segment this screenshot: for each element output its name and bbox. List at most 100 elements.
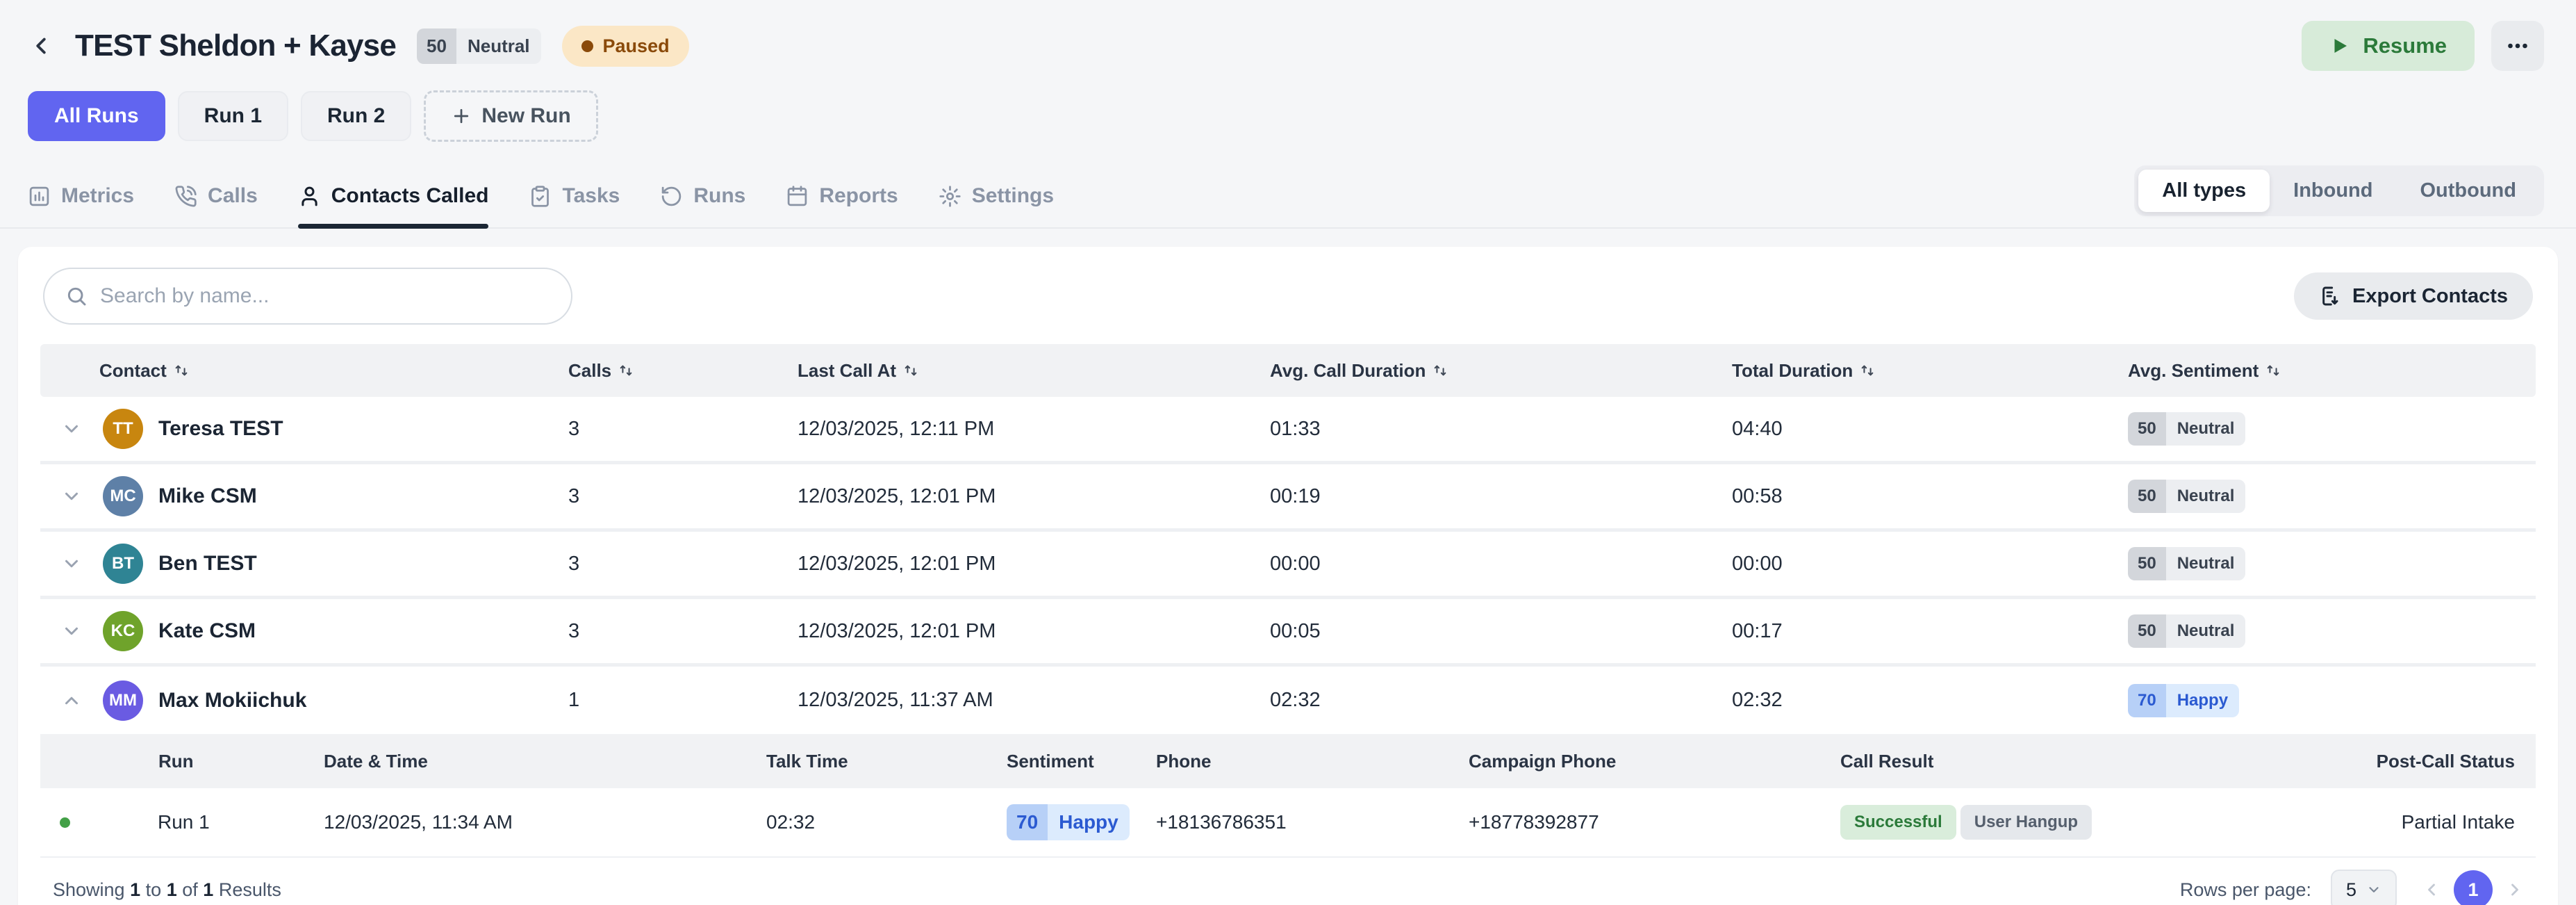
column-header-total-duration[interactable]: Total Duration: [1732, 360, 2128, 382]
tab-calls[interactable]: Calls: [174, 184, 258, 227]
table-row[interactable]: TT Teresa TEST 3 12/03/2025, 12:11 PM 01…: [40, 397, 2536, 464]
filter-outbound[interactable]: Outbound: [2396, 170, 2540, 212]
avatar: TT: [103, 409, 143, 449]
avg-call-duration: 02:32: [1270, 689, 1732, 712]
sort-icon[interactable]: [1860, 363, 1875, 378]
avatar: MM: [103, 680, 143, 721]
next-page-button[interactable]: [2500, 874, 2530, 905]
page-title: TEST Sheldon + Kayse: [75, 28, 396, 63]
tab-tasks[interactable]: Tasks: [529, 184, 620, 227]
sentiment-badge: 50Neutral: [2128, 412, 2245, 446]
previous-page-button[interactable]: [2416, 874, 2447, 905]
chevron-down-icon: [61, 418, 82, 439]
last-call-at: 12/03/2025, 12:01 PM: [798, 485, 1270, 508]
ellipsis-icon: [2505, 33, 2530, 58]
expand-row-button[interactable]: [61, 621, 94, 642]
last-call-at: 12/03/2025, 12:01 PM: [798, 620, 1270, 643]
play-icon: [2329, 35, 2350, 56]
tab-runs[interactable]: Runs: [660, 184, 745, 227]
column-header-campaign-phone: Campaign Phone: [1469, 751, 1840, 772]
run-tab-all-runs[interactable]: All Runs: [28, 91, 165, 141]
column-header-talk-time: Talk Time: [766, 751, 1007, 772]
filter-all-types[interactable]: All types: [2138, 170, 2270, 212]
tab-reports[interactable]: Reports: [786, 184, 898, 227]
table-footer: Showing 1 to 1 of 1 Results Rows per pag…: [40, 858, 2536, 905]
chevron-up-icon: [61, 690, 82, 711]
run-tab-run-2[interactable]: Run 2: [301, 91, 411, 141]
table-row[interactable]: MM Max Mokiichuk 1 12/03/2025, 11:37 AM …: [40, 667, 2536, 734]
chevron-left-icon: [2422, 880, 2441, 899]
expand-row-button[interactable]: [61, 418, 94, 439]
call-detail-row[interactable]: Run 1 12/03/2025, 11:34 AM 02:32 70Happy…: [40, 788, 2536, 858]
new-run-button[interactable]: New Run: [424, 90, 597, 142]
calls-count: 3: [568, 418, 798, 441]
back-button[interactable]: [28, 33, 54, 59]
sentiment-label: Neutral: [456, 28, 541, 64]
tab-settings[interactable]: Settings: [939, 184, 1054, 227]
top-bar: TEST Sheldon + Kayse 50 Neutral Paused R…: [0, 0, 2576, 71]
chevron-left-icon: [28, 33, 54, 59]
sort-icon[interactable]: [618, 363, 634, 378]
contacts-called-panel: Export Contacts Contact Calls Last Call …: [18, 247, 2558, 905]
sentiment-badge: 50Neutral: [2128, 547, 2245, 580]
column-header-run: Run: [40, 751, 324, 772]
results-summary: Showing 1 to 1 of 1 Results: [53, 879, 281, 901]
more-actions-button[interactable]: [2491, 21, 2544, 71]
status-dot-icon: [581, 40, 593, 52]
tab-metrics[interactable]: Metrics: [28, 184, 134, 227]
pagination: 1: [2416, 870, 2530, 905]
rotate-icon: [660, 185, 683, 208]
table-row[interactable]: KC Kate CSM 3 12/03/2025, 12:01 PM 00:05…: [40, 599, 2536, 667]
campaign-phone: +18778392877: [1469, 811, 1840, 833]
total-duration: 00:58: [1732, 485, 2128, 508]
column-header-phone: Phone: [1156, 751, 1469, 772]
expand-row-button[interactable]: [61, 486, 94, 507]
search-icon: [65, 285, 88, 307]
table-row[interactable]: BT Ben TEST 3 12/03/2025, 12:01 PM 00:00…: [40, 532, 2536, 599]
phone-icon: [174, 185, 197, 208]
sort-icon[interactable]: [2265, 363, 2281, 378]
chevron-down-icon: [61, 621, 82, 642]
last-call-at: 12/03/2025, 12:11 PM: [798, 418, 1270, 441]
search-input[interactable]: [100, 284, 550, 308]
avg-call-duration: 00:19: [1270, 485, 1732, 508]
chevron-down-icon: [61, 553, 82, 574]
column-header-avg-call-duration[interactable]: Avg. Call Duration: [1270, 360, 1732, 382]
column-header-calls[interactable]: Calls: [568, 360, 798, 382]
status-badge: Paused: [562, 26, 689, 67]
sort-icon[interactable]: [174, 363, 189, 378]
tab-contacts-called[interactable]: Contacts Called: [298, 184, 489, 227]
campaign-sentiment-badge: 50 Neutral: [417, 28, 541, 64]
collapse-row-button[interactable]: [61, 690, 94, 711]
sort-icon[interactable]: [1433, 363, 1448, 378]
app-window: TEST Sheldon + Kayse 50 Neutral Paused R…: [0, 0, 2576, 905]
total-duration: 00:00: [1732, 553, 2128, 576]
filter-inbound[interactable]: Inbound: [2270, 170, 2396, 212]
bar-chart-icon: [28, 185, 51, 208]
export-file-icon: [2319, 285, 2341, 307]
sentiment-badge: 70Happy: [2128, 684, 2239, 717]
column-header-call-result: Call Result: [1840, 751, 2327, 772]
search-box[interactable]: [43, 268, 572, 325]
expand-row-button[interactable]: [61, 553, 94, 574]
export-contacts-button[interactable]: Export Contacts: [2294, 272, 2533, 320]
page-number-button[interactable]: 1: [2454, 870, 2493, 905]
resume-button[interactable]: Resume: [2302, 21, 2475, 71]
talk-time: 02:32: [766, 811, 1007, 833]
sort-icon[interactable]: [903, 363, 918, 378]
column-header-contact[interactable]: Contact: [40, 360, 568, 382]
calls-count: 3: [568, 620, 798, 643]
calls-count: 1: [568, 689, 798, 712]
rows-per-page-select[interactable]: 5: [2331, 870, 2397, 905]
sentiment-score: 50: [417, 28, 456, 64]
column-header-last-call-at[interactable]: Last Call At: [798, 360, 1270, 382]
clipboard-check-icon: [529, 185, 552, 208]
column-header-avg-sentiment[interactable]: Avg. Sentiment: [2128, 360, 2536, 382]
hangup-reason-badge: User Hangup: [1960, 805, 2092, 840]
plus-icon: [451, 106, 472, 127]
table-row[interactable]: MC Mike CSM 3 12/03/2025, 12:01 PM 00:19…: [40, 464, 2536, 532]
contact-name: Ben TEST: [158, 552, 257, 576]
run-tab-run-1[interactable]: Run 1: [178, 91, 288, 141]
contact-name: Kate CSM: [158, 619, 256, 643]
column-header-sentiment: Sentiment: [1007, 751, 1156, 772]
